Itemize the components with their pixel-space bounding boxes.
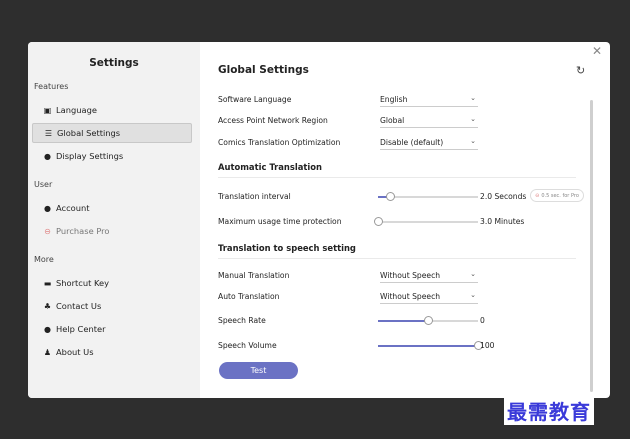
setting-label: Maximum usage time protection [218, 217, 342, 226]
sidebar-title: Settings [89, 57, 139, 69]
setting-label: Speech Rate [218, 316, 266, 325]
slider-fill [378, 345, 478, 347]
sliders-icon: ☰ [44, 128, 53, 138]
select-value: Disable (default) [380, 138, 444, 147]
select-value: Global [380, 116, 405, 125]
sidebar-item-label: Language [56, 105, 97, 115]
main-panel: Global Settings ↻ Software Language Engl… [200, 42, 610, 398]
chevron-down-icon: ⌄ [470, 137, 476, 145]
sidebar-item-contact-us[interactable]: ♣ Contact Us [32, 296, 192, 316]
keyboard-icon: ▬ [43, 278, 52, 288]
speech-rate-value: 0 [480, 316, 485, 325]
sidebar-item-label: Shortcut Key [56, 278, 110, 288]
section-features-label: Features [34, 82, 69, 91]
max-usage-value: 3.0 Minutes [480, 217, 525, 226]
close-icon[interactable]: ✕ [592, 44, 602, 58]
people-icon: ♟ [43, 347, 52, 357]
sidebar-item-label: Global Settings [57, 128, 121, 138]
access-point-select[interactable]: Global ⌄ [380, 113, 478, 128]
max-usage-slider[interactable] [374, 217, 478, 226]
section-more-label: More [34, 255, 54, 264]
chevron-down-icon: ⌄ [470, 291, 476, 299]
slider-thumb[interactable] [374, 217, 383, 226]
setting-label: Auto Translation [218, 292, 280, 301]
chevron-down-icon: ⌄ [470, 270, 476, 278]
comics-optimization-select[interactable]: Disable (default) ⌄ [380, 135, 478, 150]
user-icon: ● [44, 203, 51, 213]
sidebar: Settings Features ▣ Language ☰ Global Se… [28, 42, 200, 398]
max-usage-row: Maximum usage time protection 3.0 Minute… [218, 214, 578, 230]
translation-interval-row: Translation interval 2.0 Seconds ⊖ 0.5 s… [218, 189, 584, 205]
slider-fill [378, 320, 428, 322]
sidebar-item-language[interactable]: ▣ Language [32, 100, 192, 120]
manual-translation-select[interactable]: Without Speech ⌄ [380, 268, 478, 283]
translation-interval-slider[interactable] [378, 192, 478, 201]
select-value: English [380, 95, 408, 104]
setting-label: Software Language [218, 95, 292, 104]
setting-label: Manual Translation [218, 271, 290, 280]
speech-volume-slider[interactable] [378, 341, 483, 350]
setting-label: Access Point Network Region [218, 116, 328, 125]
sidebar-item-shortcut-key[interactable]: ▬ Shortcut Key [32, 273, 192, 293]
sidebar-item-label: Help Center [56, 324, 106, 334]
sidebar-item-purchase-pro[interactable]: ⊖ Purchase Pro [32, 221, 192, 241]
pro-badge-text: 0.5 sec. for Pro [541, 192, 579, 199]
sidebar-item-label: About Us [56, 347, 94, 357]
refresh-icon[interactable]: ↻ [576, 64, 585, 77]
slider-thumb[interactable] [386, 192, 395, 201]
setting-label: Speech Volume [218, 341, 277, 350]
scrollbar[interactable] [590, 100, 593, 392]
auto-translation-row: Auto Translation Without Speech ⌄ [218, 289, 578, 305]
settings-window: Settings Features ▣ Language ☰ Global Se… [28, 42, 610, 398]
chevron-down-icon: ⌄ [470, 115, 476, 123]
sidebar-item-about-us[interactable]: ♟ About Us [32, 342, 192, 362]
section-user-label: User [34, 180, 53, 189]
sidebar-item-label: Display Settings [56, 151, 124, 161]
help-icon: ● [44, 324, 51, 334]
select-value: Without Speech [380, 271, 441, 280]
palette-icon: ● [44, 151, 51, 161]
language-icon: ▣ [43, 105, 52, 115]
sidebar-item-label: Account [56, 203, 90, 213]
sidebar-item-label: Purchase Pro [56, 226, 110, 236]
sidebar-item-label: Contact Us [56, 301, 102, 311]
sidebar-item-account[interactable]: ● Account [32, 198, 192, 218]
speech-rate-row: Speech Rate 0 [218, 313, 578, 329]
speech-rate-slider[interactable] [378, 316, 478, 325]
contacts-icon: ♣ [43, 301, 52, 311]
translation-interval-value: 2.0 Seconds [480, 192, 527, 201]
software-language-select[interactable]: English ⌄ [380, 92, 478, 107]
speech-setting-heading: Translation to speech setting [218, 243, 356, 253]
slider-thumb[interactable] [424, 316, 433, 325]
speech-volume-row: Speech Volume 100 [218, 338, 578, 354]
setting-label: Translation interval [218, 192, 291, 201]
divider [218, 258, 576, 259]
manual-translation-row: Manual Translation Without Speech ⌄ [218, 268, 578, 284]
speech-volume-value: 100 [480, 341, 495, 350]
select-value: Without Speech [380, 292, 441, 301]
automatic-translation-heading: Automatic Translation [218, 162, 322, 172]
test-button[interactable]: Test [219, 362, 298, 379]
sidebar-item-global-settings[interactable]: ☰ Global Settings [32, 123, 192, 143]
watermark-logo: 最需教育 [504, 396, 594, 425]
sidebar-item-help-center[interactable]: ● Help Center [32, 319, 192, 339]
access-point-row: Access Point Network Region Global ⌄ [218, 113, 578, 129]
pro-icon: ⊖ [44, 226, 51, 236]
pro-icon: ⊖ [535, 192, 540, 199]
software-language-row: Software Language English ⌄ [218, 92, 578, 108]
slider-track [378, 221, 478, 223]
chevron-down-icon: ⌄ [470, 94, 476, 102]
page-title: Global Settings [218, 64, 309, 76]
sidebar-item-display-settings[interactable]: ● Display Settings [32, 146, 192, 166]
setting-label: Comics Translation Optimization [218, 138, 341, 147]
auto-translation-select[interactable]: Without Speech ⌄ [380, 289, 478, 304]
pro-badge[interactable]: ⊖ 0.5 sec. for Pro [530, 189, 584, 202]
divider [218, 177, 576, 178]
comics-optimization-row: Comics Translation Optimization Disable … [218, 135, 578, 151]
